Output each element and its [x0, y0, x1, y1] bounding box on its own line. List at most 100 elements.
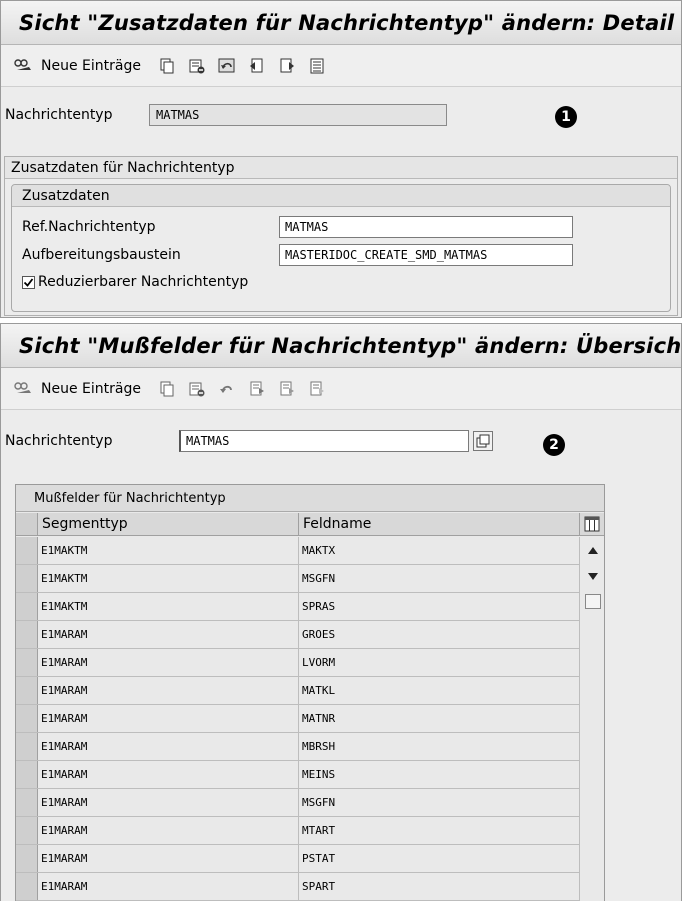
- message-type-field[interactable]: MATMAS: [149, 104, 447, 126]
- select-block-icon[interactable]: [277, 379, 297, 399]
- table-row[interactable]: E1MARAM GROES: [16, 621, 580, 649]
- column-header-field-name[interactable]: Feldname: [299, 513, 580, 535]
- select-all-icon[interactable]: [247, 379, 267, 399]
- cell-segment-type[interactable]: E1MARAM: [38, 705, 299, 732]
- new-entries-button[interactable]: Neue Einträge: [41, 58, 141, 74]
- glasses-icon[interactable]: [13, 379, 33, 399]
- cell-segment-type[interactable]: E1MAKTM: [38, 565, 299, 592]
- copy-icon[interactable]: [157, 56, 177, 76]
- message-type-row: Nachrichtentyp MATMAS: [5, 104, 447, 126]
- undo-icon[interactable]: [217, 56, 237, 76]
- row-selector[interactable]: [16, 845, 38, 872]
- row-selector[interactable]: [16, 565, 38, 592]
- row-selector[interactable]: [16, 873, 38, 900]
- scroll-up-icon[interactable]: [586, 543, 600, 557]
- table-title: Mußfelder für Nachrichtentyp: [16, 485, 604, 512]
- callout-marker-2: 2: [543, 434, 565, 456]
- row-selector[interactable]: [16, 537, 38, 564]
- column-header-segment-type[interactable]: Segmenttyp: [38, 513, 299, 535]
- table-row[interactable]: E1MARAM PSTAT: [16, 845, 580, 873]
- cell-field-name[interactable]: LVORM: [299, 649, 580, 676]
- table-settings-button[interactable]: [580, 513, 604, 535]
- cell-segment-type[interactable]: E1MARAM: [38, 677, 299, 704]
- cell-field-name[interactable]: SPRAS: [299, 593, 580, 620]
- table-row[interactable]: E1MARAM MBRSH: [16, 733, 580, 761]
- message-type-row: Nachrichtentyp MATMAS: [5, 430, 493, 452]
- cell-segment-type[interactable]: E1MAKTM: [38, 537, 299, 564]
- required-fields-table: Mußfelder für Nachrichtentyp Segmenttyp …: [15, 484, 605, 901]
- cell-segment-type[interactable]: E1MARAM: [38, 733, 299, 760]
- message-type-label: Nachrichtentyp: [5, 433, 113, 449]
- select-all-rows[interactable]: [16, 513, 38, 535]
- table-row[interactable]: E1MARAM SPART: [16, 873, 580, 901]
- cell-field-name[interactable]: GROES: [299, 621, 580, 648]
- cell-field-name[interactable]: PSTAT: [299, 845, 580, 872]
- scroll-down-icon[interactable]: [586, 569, 600, 583]
- table-row[interactable]: E1MARAM MEINS: [16, 761, 580, 789]
- table-row[interactable]: E1MARAM MTART: [16, 817, 580, 845]
- row-selector[interactable]: [16, 733, 38, 760]
- cell-segment-type[interactable]: E1MARAM: [38, 873, 299, 900]
- cell-field-name[interactable]: MAKTX: [299, 537, 580, 564]
- table-row[interactable]: E1MARAM MATNR: [16, 705, 580, 733]
- delete-icon[interactable]: [187, 56, 207, 76]
- next-entry-icon[interactable]: [277, 56, 297, 76]
- row-selector[interactable]: [16, 705, 38, 732]
- cell-field-name[interactable]: MSGFN: [299, 565, 580, 592]
- row-selector[interactable]: [16, 593, 38, 620]
- reducible-row: Reduzierbarer Nachrichtentyp: [22, 274, 248, 290]
- ref-message-type-input[interactable]: MATMAS: [279, 216, 573, 238]
- table-body: E1MAKTM MAKTX E1MAKTM MSGFN E1MAKTM SPRAS E1MA…: [16, 537, 580, 901]
- row-selector[interactable]: [16, 677, 38, 704]
- select-block-icon[interactable]: [307, 56, 327, 76]
- table-settings-icon: [584, 516, 600, 532]
- undo-icon[interactable]: [217, 379, 237, 399]
- cell-segment-type[interactable]: E1MAKTM: [38, 593, 299, 620]
- overview-panel: Sicht "Mußfelder für Nachrichtentyp" änd…: [0, 323, 682, 901]
- cell-field-name[interactable]: MBRSH: [299, 733, 580, 760]
- cell-field-name[interactable]: MTART: [299, 817, 580, 844]
- table-row[interactable]: E1MAKTM MSGFN: [16, 565, 580, 593]
- ref-message-type-label: Ref.Nachrichtentyp: [22, 219, 156, 235]
- row-selector[interactable]: [16, 649, 38, 676]
- group-subtitle: Zusatzdaten: [12, 185, 670, 207]
- cell-segment-type[interactable]: E1MARAM: [38, 649, 299, 676]
- deselect-all-icon[interactable]: [307, 379, 327, 399]
- reducible-checkbox[interactable]: [22, 275, 35, 289]
- copy-icon[interactable]: [157, 379, 177, 399]
- table-row[interactable]: E1MARAM MSGFN: [16, 789, 580, 817]
- glasses-icon[interactable]: [13, 56, 33, 76]
- page-title: Sicht "Mußfelder für Nachrichtentyp" änd…: [19, 333, 682, 358]
- cell-field-name[interactable]: MATKL: [299, 677, 580, 704]
- delete-icon[interactable]: [187, 379, 207, 399]
- previous-entry-icon[interactable]: [247, 56, 267, 76]
- message-type-input[interactable]: MATMAS: [179, 430, 469, 452]
- row-selector[interactable]: [16, 817, 38, 844]
- table-row[interactable]: E1MARAM LVORM: [16, 649, 580, 677]
- cell-field-name[interactable]: MATNR: [299, 705, 580, 732]
- scroll-thumb[interactable]: [585, 594, 601, 609]
- group-title: Zusatzdaten für Nachrichtentyp: [5, 157, 677, 179]
- cell-field-name[interactable]: MEINS: [299, 761, 580, 788]
- cell-segment-type[interactable]: E1MARAM: [38, 621, 299, 648]
- vertical-scrollbar[interactable]: [582, 537, 604, 901]
- cell-field-name[interactable]: SPART: [299, 873, 580, 900]
- formatting-module-input[interactable]: MASTERIDOC_CREATE_SMD_MATMAS: [279, 244, 573, 266]
- row-selector[interactable]: [16, 789, 38, 816]
- formatting-module-label: Aufbereitungsbaustein: [22, 247, 181, 263]
- table-row[interactable]: E1MAKTM SPRAS: [16, 593, 580, 621]
- new-entries-button[interactable]: Neue Einträge: [41, 381, 141, 397]
- cell-segment-type[interactable]: E1MARAM: [38, 789, 299, 816]
- row-selector[interactable]: [16, 761, 38, 788]
- callout-marker-1: 1: [555, 106, 577, 128]
- cell-segment-type[interactable]: E1MARAM: [38, 817, 299, 844]
- cell-segment-type[interactable]: E1MARAM: [38, 761, 299, 788]
- row-selector[interactable]: [16, 621, 38, 648]
- table-row[interactable]: E1MAKTM MAKTX: [16, 537, 580, 565]
- value-help-button[interactable]: [473, 431, 493, 451]
- table-row[interactable]: E1MARAM MATKL: [16, 677, 580, 705]
- detail-view-panel: Sicht "Zusatzdaten für Nachrichtentyp" ä…: [0, 0, 682, 318]
- formatting-module-row: Aufbereitungsbaustein MASTERIDOC_CREATE_…: [22, 244, 573, 266]
- cell-field-name[interactable]: MSGFN: [299, 789, 580, 816]
- cell-segment-type[interactable]: E1MARAM: [38, 845, 299, 872]
